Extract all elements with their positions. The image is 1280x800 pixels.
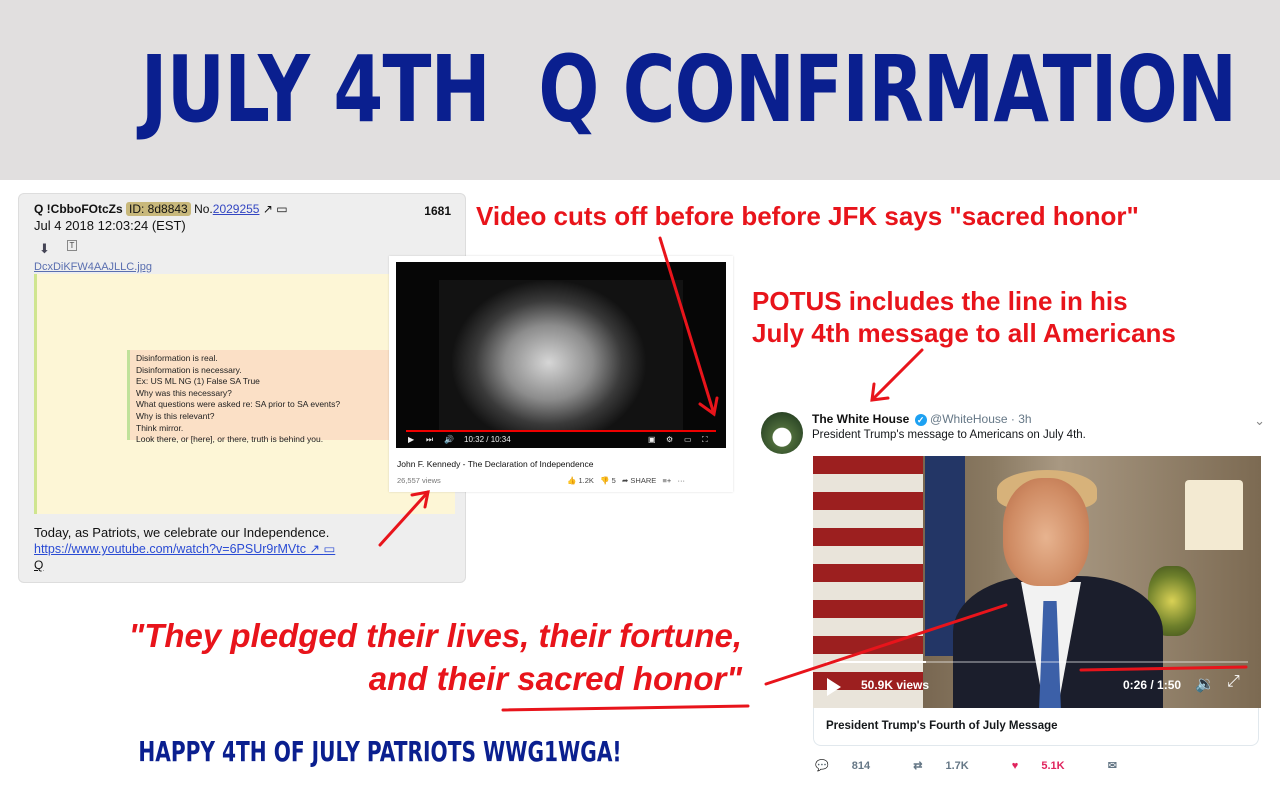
tweet-video-controls: 50.9K views 0:26 / 1:50 🔉 ⤢: [813, 664, 1261, 708]
post-line: Disinformation is real.: [136, 353, 218, 363]
share-icon[interactable]: ➦: [622, 476, 628, 485]
post-line: What questions were asked re: SA prior t…: [136, 399, 341, 410]
tweet-author-name[interactable]: The White House: [812, 412, 909, 426]
message-icon[interactable]: ✉: [1108, 760, 1117, 772]
jfk-video-player[interactable]: ▶ ⏭ 🔊 10:32 / 10:34 ▣ ⚙ ▭ ⛶: [396, 262, 726, 448]
post-line: Look there, or [here], or there, truth i…: [136, 434, 324, 445]
external-link-icon[interactable]: ↗: [263, 202, 273, 216]
post-body-text: Today, as Patriots, we celebrate our Ind…: [34, 525, 330, 540]
thumbs-down-icon[interactable]: 👎: [600, 476, 609, 485]
youtube-title[interactable]: John F. Kennedy - The Declaration of Ind…: [397, 459, 593, 469]
tweet-video-progress[interactable]: [826, 661, 1248, 663]
external-link-icon[interactable]: ↗: [309, 542, 319, 556]
post-date: Jul 4 2018 12:03:24 (EST): [34, 218, 186, 233]
video-controls: ▶ ⏭ 🔊 10:32 / 10:34 ▣ ⚙ ▭ ⛶: [396, 428, 726, 448]
play-icon[interactable]: [827, 678, 841, 696]
heart-icon[interactable]: ♥: [1012, 760, 1019, 772]
tweet-video-caption[interactable]: President Trump's Fourth of July Message: [813, 708, 1259, 746]
retweet-icon[interactable]: ⇄: [913, 760, 922, 772]
post-author: Q !CbboFOtcZs: [34, 202, 123, 216]
settings-icon[interactable]: ⚙: [666, 435, 673, 444]
tweet-video-player[interactable]: 50.9K views 0:26 / 1:50 🔉 ⤢: [813, 456, 1261, 708]
tweet-stats: 💬 814 ⇄ 1.7K ♥ 5.1K ✉: [815, 759, 1137, 772]
next-icon[interactable]: ⏭: [426, 435, 433, 445]
theater-icon[interactable]: ▭: [684, 435, 692, 444]
lamp: [1185, 480, 1243, 550]
post-line: Disinformation is necessary.: [136, 364, 242, 375]
fullscreen-icon[interactable]: ⛶: [702, 435, 708, 445]
post-count: 1681: [424, 204, 451, 218]
post-line: Ex: US ML NG (1) False SA True: [136, 376, 260, 387]
post-line: Think mirror.: [136, 422, 184, 433]
post-header: Q !CbboFOtcZs ID: 8d8843 No.2029255 ↗ ▭: [34, 202, 288, 216]
youtube-actions: 👍 1.2K 👎 5 ➦ SHARE ≡+ ···: [567, 476, 685, 485]
tweet-card: The White House ✓ @WhiteHouse · 3h ⌄ Pre…: [753, 401, 1273, 791]
dislike-count: 5: [611, 476, 616, 485]
speaker-face: [1003, 478, 1089, 586]
post-number-link[interactable]: 2029255: [213, 202, 260, 216]
text-toggle-icon[interactable]: T: [67, 240, 77, 251]
like-count: 5.1K: [1041, 760, 1065, 772]
retweet-count: 1.7K: [945, 760, 969, 772]
post-id-badge: ID: 8d8843: [126, 202, 191, 216]
play-icon[interactable]: ▶: [408, 435, 414, 444]
expand-icon[interactable]: ⤢: [1227, 673, 1240, 691]
video-time: 10:32 / 10:34: [464, 435, 511, 444]
post-line: Why was this necessary?: [136, 387, 232, 398]
tweet-author: The White House ✓ @WhiteHouse · 3h: [812, 412, 1032, 426]
download-icon[interactable]: ⬇: [39, 241, 50, 257]
arrow-to-whitehouse: [870, 348, 924, 402]
tweet-video-time: 0:26 / 1:50: [1123, 678, 1182, 692]
verified-badge-icon: ✓: [914, 413, 927, 426]
title-banner: JULY 4TH Q CONFIRMATION: [0, 0, 1280, 180]
volume-icon[interactable]: 🔉: [1195, 674, 1215, 694]
reply-icon[interactable]: 💬: [815, 760, 829, 772]
youtube-link-text[interactable]: https://www.youtube.com/watch?v=6PSUr9rM…: [34, 542, 306, 556]
image-filename-link[interactable]: DcxDiKFW4AAJLLC.jpg: [34, 261, 152, 273]
post-image-text-block: Disinformation is real. Disinformation i…: [127, 350, 392, 444]
like-count: 1.2K: [578, 476, 594, 485]
annotation-potus-1: POTUS includes the line in his: [752, 286, 1128, 316]
quote-text-pre: and their: [368, 660, 518, 697]
jfk-portrait: [439, 280, 683, 430]
volume-icon[interactable]: 🔊: [444, 435, 454, 444]
quote-line-2: and their sacred honor": [369, 660, 742, 698]
thumbs-up-icon[interactable]: 👍: [567, 476, 576, 485]
chevron-down-icon[interactable]: ⌄: [1254, 413, 1265, 429]
youtube-link[interactable]: https://www.youtube.com/watch?v=6PSUr9rM…: [34, 541, 335, 556]
youtube-card: ▶ ⏭ 🔊 10:32 / 10:34 ▣ ⚙ ▭ ⛶ John F. Kenn…: [389, 256, 733, 492]
folder-icon[interactable]: ▭: [276, 202, 287, 216]
video-progress-bar[interactable]: [406, 430, 716, 432]
annotation-potus-2: July 4th message to all Americans: [752, 318, 1176, 348]
post-signature: Q: [34, 558, 44, 572]
share-label[interactable]: SHARE: [630, 476, 656, 485]
more-icon[interactable]: ···: [678, 476, 686, 485]
reply-count: 814: [851, 760, 871, 772]
sacred-honor-text: sacred honor: [517, 660, 727, 697]
banner-title: JULY 4TH Q CONFIRMATION: [140, 36, 1237, 143]
post-line: Why is this relevant?: [136, 410, 215, 421]
whitehouse-avatar[interactable]: [761, 412, 803, 454]
happy-july-4th-banner: HAPPY 4TH OF JULY PATRIOTS WWG1WGA!: [138, 735, 622, 768]
tweet-handle: @WhiteHouse · 3h: [930, 412, 1032, 426]
annotation-video-cut: Video cuts off before before JFK says "s…: [476, 201, 1139, 231]
sacred-honor-underline: [501, 704, 750, 712]
youtube-views: 26,557 views: [397, 476, 441, 485]
add-to-playlist-icon[interactable]: ≡+: [663, 476, 672, 485]
folder-icon[interactable]: ▭: [323, 542, 335, 556]
quote-text-post: ": [726, 660, 742, 697]
post-no-label: No.: [194, 202, 213, 216]
tweet-text: President Trump's message to Americans o…: [812, 429, 1086, 441]
tweet-video-views: 50.9K views: [861, 678, 930, 692]
quote-line-1: "They pledged their lives, their fortune…: [128, 617, 742, 654]
cc-icon[interactable]: ▣: [648, 435, 656, 444]
